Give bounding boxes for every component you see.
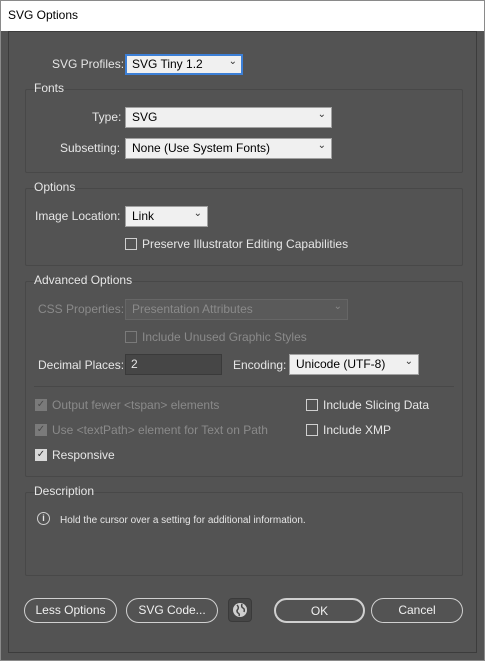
include-xmp-label: Include XMP xyxy=(323,423,392,437)
preserve-editing-checkbox[interactable] xyxy=(125,238,137,250)
image-location-value: Link xyxy=(132,209,155,223)
title-bar: SVG Options xyxy=(1,1,484,31)
include-unused-styles-checkbox[interactable] xyxy=(125,331,137,343)
svg-profiles-value: SVG Tiny 1.2 xyxy=(132,57,203,71)
encoding-label: Encoding: xyxy=(233,358,287,372)
svg-options-dialog: SVG Options SVG Profiles: SVG Tiny 1.2 ⌄… xyxy=(0,0,485,661)
css-properties-label: CSS Properties: xyxy=(38,302,125,316)
image-location-label: Image Location: xyxy=(35,209,121,223)
use-textpath-label: Use <textPath> element for Text on Path xyxy=(52,423,268,437)
font-type-value: SVG xyxy=(132,110,158,124)
include-slicing-checkbox[interactable] xyxy=(306,399,318,411)
ok-button[interactable]: OK xyxy=(274,598,365,623)
description-text: Hold the cursor over a setting for addit… xyxy=(60,515,306,526)
svg-profiles-select[interactable]: SVG Tiny 1.2 ⌄ xyxy=(125,54,243,75)
font-type-select[interactable]: SVG ⌄ xyxy=(125,107,332,128)
include-slicing-label: Include Slicing Data xyxy=(323,398,430,412)
chevron-down-icon: ⌄ xyxy=(333,301,342,312)
description-group-title: Description xyxy=(34,484,95,498)
options-group xyxy=(25,188,463,266)
decimal-places-value: 2 xyxy=(131,357,138,371)
encoding-value: Unicode (UTF-8) xyxy=(296,357,386,371)
advanced-separator xyxy=(34,386,454,387)
svg-code-button[interactable]: SVG Code... xyxy=(126,598,218,623)
use-textpath-checkbox[interactable]: ✓ xyxy=(35,424,47,436)
advanced-options-group-title: Advanced Options xyxy=(34,273,133,287)
image-location-select[interactable]: Link ⌄ xyxy=(125,206,208,227)
output-fewer-tspan-label: Output fewer <tspan> elements xyxy=(52,398,220,412)
chevron-down-icon: ⌄ xyxy=(317,109,326,120)
type-label: Type: xyxy=(92,110,122,124)
subsetting-value: None (Use System Fonts) xyxy=(132,141,271,155)
cancel-button[interactable]: Cancel xyxy=(371,598,463,623)
chevron-down-icon: ⌄ xyxy=(404,356,413,367)
responsive-label: Responsive xyxy=(52,448,115,462)
responsive-checkbox[interactable]: ✓ xyxy=(35,449,47,461)
chevron-down-icon: ⌄ xyxy=(228,56,237,67)
check-icon: ✓ xyxy=(36,449,46,460)
web-preview-button[interactable] xyxy=(228,598,252,622)
globe-icon xyxy=(233,603,247,617)
less-options-button[interactable]: Less Options xyxy=(24,598,117,623)
css-properties-value: Presentation Attributes xyxy=(132,302,253,316)
chevron-down-icon: ⌄ xyxy=(193,208,202,219)
subsetting-select[interactable]: None (Use System Fonts) ⌄ xyxy=(125,138,332,159)
dialog-body: SVG Profiles: SVG Tiny 1.2 ⌄ Fonts Type:… xyxy=(8,31,477,653)
include-xmp-checkbox[interactable] xyxy=(306,424,318,436)
fonts-group-title: Fonts xyxy=(34,81,65,95)
info-icon: i xyxy=(37,512,50,525)
css-properties-select[interactable]: Presentation Attributes ⌄ xyxy=(125,299,348,320)
fonts-group xyxy=(25,89,463,173)
output-fewer-tspan-checkbox[interactable]: ✓ xyxy=(35,399,47,411)
preserve-editing-label: Preserve Illustrator Editing Capabilitie… xyxy=(142,237,349,251)
description-group xyxy=(25,492,463,576)
chevron-down-icon: ⌄ xyxy=(317,140,326,151)
check-icon: ✓ xyxy=(36,424,46,435)
options-group-title: Options xyxy=(34,180,76,194)
svg-profiles-label: SVG Profiles: xyxy=(52,57,125,71)
window-title: SVG Options xyxy=(8,8,79,22)
encoding-select[interactable]: Unicode (UTF-8) ⌄ xyxy=(289,354,419,375)
check-icon: ✓ xyxy=(36,399,46,410)
include-unused-styles-label: Include Unused Graphic Styles xyxy=(142,330,307,344)
subsetting-label: Subsetting: xyxy=(60,141,121,155)
decimal-places-label: Decimal Places: xyxy=(38,358,125,372)
decimal-places-input[interactable]: 2 xyxy=(125,354,222,375)
